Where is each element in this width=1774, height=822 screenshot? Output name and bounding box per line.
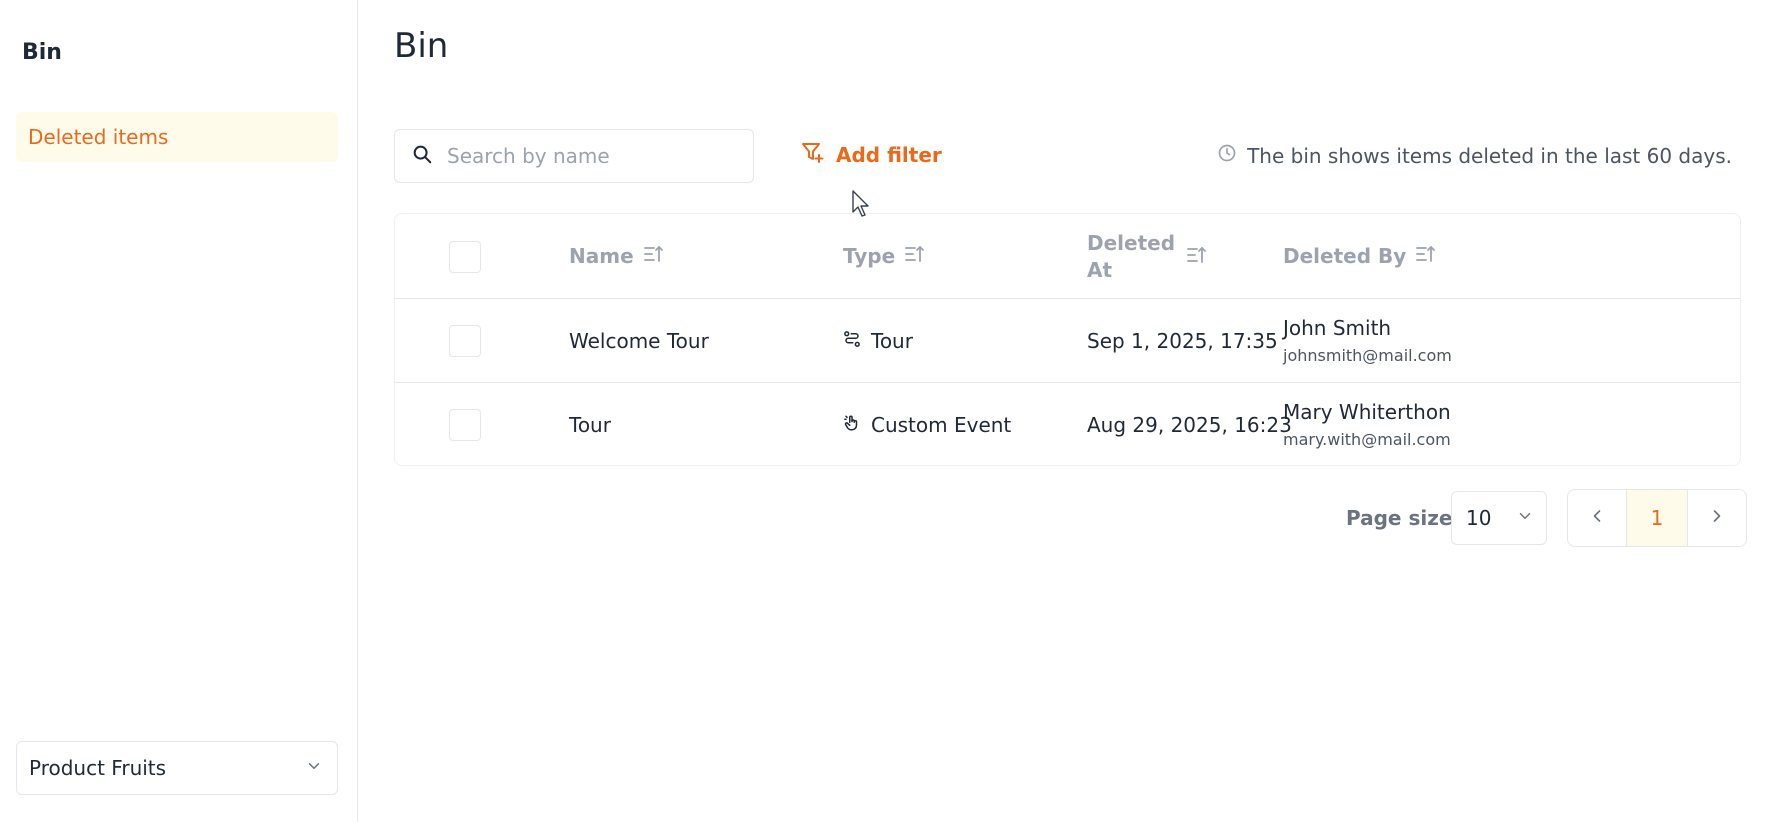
clock-icon — [1217, 143, 1237, 168]
table-row[interactable]: Tour Custom Event Aug 29, 2025, 16:23 Ma… — [395, 383, 1740, 467]
row-type: Custom Event — [843, 413, 1011, 437]
add-filter-button[interactable]: Add filter — [800, 140, 942, 169]
sidebar-title: Bin — [22, 40, 62, 65]
column-header-type-label: Type — [843, 244, 896, 268]
user-name: John Smith — [1283, 316, 1392, 340]
row-deleted-at: Sep 1, 2025, 17:35 — [1087, 329, 1278, 353]
workspace-select[interactable]: Product Fruits — [16, 741, 338, 795]
page-button-current[interactable]: 1 — [1627, 490, 1687, 546]
bin-info-text: The bin shows items deleted in the last … — [1247, 143, 1732, 168]
chevron-right-icon — [1707, 506, 1727, 530]
column-header-name-label: Name — [569, 244, 634, 268]
row-type-label: Custom Event — [871, 413, 1012, 437]
hand-pointer-icon — [843, 413, 861, 437]
column-header-deleted-by[interactable]: Deleted By — [1283, 244, 1436, 268]
chevron-left-icon — [1587, 506, 1607, 530]
search-input[interactable] — [447, 144, 747, 168]
user-name: Mary Whiterthon — [1283, 400, 1451, 424]
pagination: 1 — [1567, 489, 1747, 547]
row-deleted-at: Aug 29, 2025, 16:23 — [1087, 413, 1292, 437]
previous-page-button[interactable] — [1568, 490, 1628, 546]
select-all-checkbox[interactable] — [449, 241, 481, 273]
sidebar: Bin Deleted items Product Fruits — [0, 0, 358, 822]
page-size-value: 10 — [1466, 506, 1492, 530]
sort-icon — [1416, 244, 1436, 268]
row-checkbox[interactable] — [449, 409, 481, 441]
chevron-down-icon — [1516, 506, 1534, 530]
sort-icon — [643, 244, 664, 268]
row-name: Tour — [569, 413, 611, 437]
table-row[interactable]: Welcome Tour Tour Sep 1, 2025, 17:35 Joh… — [395, 299, 1740, 383]
page-title: Bin — [394, 26, 449, 66]
row-checkbox[interactable] — [449, 325, 481, 357]
column-header-deleted-at-label: Deleted At — [1087, 231, 1176, 282]
column-header-type[interactable]: Type — [843, 244, 925, 268]
row-type: Tour — [843, 329, 913, 353]
column-header-name[interactable]: Name — [569, 244, 664, 268]
column-header-deleted-by-label: Deleted By — [1283, 244, 1407, 268]
add-filter-label: Add filter — [836, 142, 942, 167]
workspace-name: Product Fruits — [29, 756, 167, 780]
sidebar-item-deleted-items[interactable]: Deleted items — [16, 112, 338, 162]
page-size-select[interactable]: 10 — [1451, 491, 1547, 545]
column-header-deleted-at[interactable]: Deleted At — [1087, 230, 1207, 284]
tour-icon — [843, 329, 861, 353]
search-icon — [411, 143, 433, 169]
page-size-label: Page size — [1346, 506, 1453, 530]
user-email: johnsmith@mail.com — [1283, 346, 1452, 365]
mouse-cursor-icon — [852, 190, 872, 222]
deleted-items-table: Name Type Deleted At Deleted By Welcome — [394, 213, 1741, 466]
row-name: Welcome Tour — [569, 329, 709, 353]
sort-icon — [1187, 244, 1207, 271]
row-deleted-by: John Smith johnsmith@mail.com — [1283, 316, 1452, 365]
next-page-button[interactable] — [1686, 490, 1746, 546]
bin-info: The bin shows items deleted in the last … — [1217, 143, 1732, 168]
chevron-down-icon — [305, 756, 323, 780]
sort-icon — [905, 244, 925, 268]
filter-plus-icon — [800, 140, 824, 169]
search-box[interactable] — [394, 129, 754, 183]
row-type-label: Tour — [871, 329, 913, 353]
table-header: Name Type Deleted At Deleted By — [395, 214, 1740, 299]
row-deleted-by: Mary Whiterthon mary.with@mail.com — [1283, 400, 1451, 449]
user-email: mary.with@mail.com — [1283, 430, 1451, 449]
